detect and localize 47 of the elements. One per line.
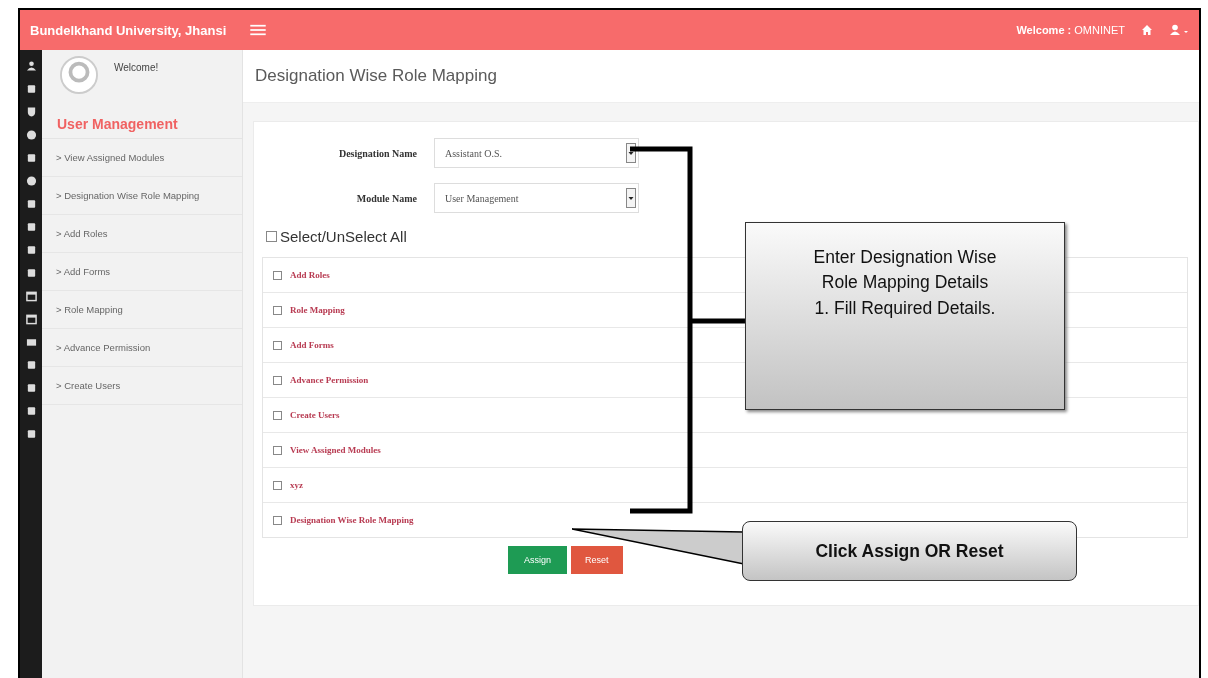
- checkbox[interactable]: [273, 445, 282, 455]
- checkbox[interactable]: [273, 480, 282, 490]
- field-label: Module Name: [355, 192, 417, 204]
- checkbox[interactable]: [273, 305, 282, 315]
- home-icon[interactable]: [1141, 24, 1153, 36]
- checkbox[interactable]: [273, 410, 282, 420]
- checkbox[interactable]: [273, 375, 282, 385]
- sidebar-link[interactable]: > Add Forms: [42, 253, 242, 291]
- sidebar-link[interactable]: > Add Roles: [42, 215, 242, 253]
- dropdown-field[interactable]: User Management: [434, 183, 639, 213]
- sidebar-link[interactable]: > Advance Permission: [42, 329, 242, 367]
- shield-icon[interactable]: [25, 106, 37, 118]
- role-label: Add Roles: [290, 270, 330, 280]
- checkbox[interactable]: [273, 515, 282, 525]
- role-label: Role Mapping: [290, 305, 345, 315]
- section-title: User Management: [42, 106, 242, 139]
- callout-text: Click Assign OR Reset: [815, 540, 1004, 562]
- callout-text: Enter Designation Wise Role Mapping Details 1. Fill Required Details.: [813, 246, 997, 320]
- role-label: View Assigned Modules: [290, 445, 381, 455]
- select-all-label: Select/UnSelect All: [280, 228, 407, 245]
- checkbox[interactable]: [273, 340, 282, 350]
- role-label: Advance Permission: [290, 375, 369, 385]
- page-title: Designation Wise Role Mapping: [255, 66, 497, 86]
- dropdown-field[interactable]: Assistant O.S.: [434, 138, 639, 168]
- reset-button[interactable]: Reset: [571, 546, 623, 574]
- assign-button[interactable]: Assign: [508, 546, 567, 574]
- circle-icon[interactable]: [25, 175, 37, 187]
- role-label: xyz: [290, 480, 303, 490]
- checkbox[interactable]: [273, 270, 282, 280]
- person-icon[interactable]: [25, 60, 37, 72]
- sidebar-link[interactable]: > Create Users: [42, 367, 242, 405]
- role-label: Add Forms: [290, 340, 334, 350]
- role-label: Designation Wise Role Mapping: [290, 515, 414, 525]
- menu-icon[interactable]: [250, 24, 267, 36]
- checkbox[interactable]: [266, 231, 277, 242]
- sidebar-link[interactable]: > View Assigned Modules: [42, 139, 242, 177]
- greeting-text: Welcome!: [114, 62, 159, 73]
- sidebar-link[interactable]: > Designation Wise Role Mapping: [42, 177, 242, 215]
- field-label: Designation Name: [337, 147, 417, 159]
- sidebar-link[interactable]: > Role Mapping: [42, 291, 242, 329]
- calendar-icon[interactable]: [25, 313, 37, 325]
- calendar-icon[interactable]: [25, 290, 37, 302]
- user-icon[interactable]: [1169, 24, 1189, 36]
- role-label: Create Users: [290, 410, 340, 420]
- site-title: Bundelkhand University, Jhansi: [30, 22, 227, 38]
- welcome-text: Welcome : OMNINET: [1016, 24, 1125, 36]
- avatar-icon: [60, 56, 98, 94]
